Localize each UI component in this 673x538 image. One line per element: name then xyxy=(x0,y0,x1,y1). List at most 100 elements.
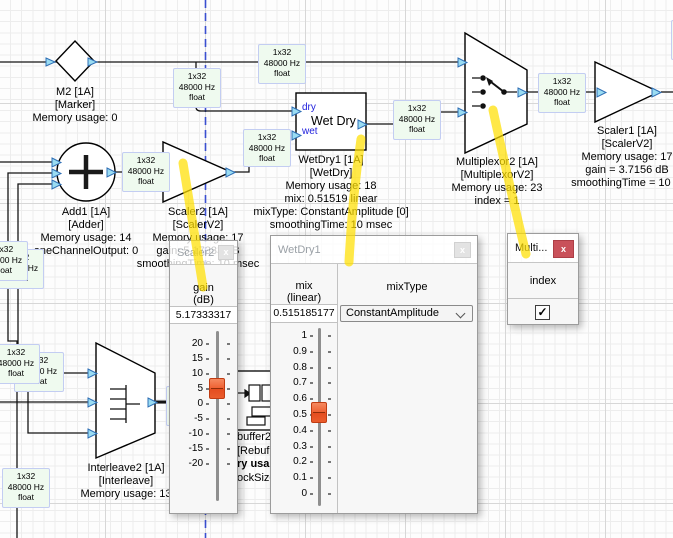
wetdry1-label-line: [WetDry] xyxy=(253,167,408,180)
tick-mark xyxy=(206,373,209,375)
tick-label: 10 xyxy=(170,368,203,380)
tick-mark xyxy=(310,461,313,463)
tick-mark xyxy=(227,418,230,420)
tick-mark xyxy=(328,461,331,463)
wetdry-block-name: Wet Dry xyxy=(311,114,356,128)
tick-mark xyxy=(206,448,209,450)
mix-slider-handle[interactable] xyxy=(311,402,327,423)
slider-tick: -15 xyxy=(170,443,237,455)
scaler2-panel[interactable]: Scaler2 x gain (dB) 5.17333317 20151050-… xyxy=(169,240,238,514)
add1-shape[interactable] xyxy=(57,143,115,201)
tick-label: -20 xyxy=(170,458,203,470)
row-divider xyxy=(508,298,578,299)
tick-label: 0.2 xyxy=(271,456,307,468)
tick-label: 0.7 xyxy=(271,377,307,389)
wire-type-label: 1x3248000 Hzfloat xyxy=(0,344,40,384)
tick-label: 0 xyxy=(170,398,203,410)
slider-tick: 0.6 xyxy=(271,393,337,405)
port-scaler2-out[interactable] xyxy=(226,168,235,177)
tick-mark xyxy=(310,351,313,353)
diagram-canvas[interactable]: M2 [1A] [Marker] Memory usage: 0 Add1 [1… xyxy=(0,0,673,538)
close-icon[interactable]: x xyxy=(454,242,471,258)
m2-label-line: M2 [1A] xyxy=(33,86,118,99)
wire-type-label: 1x3248000 Hzfloat xyxy=(393,100,441,140)
tick-mark xyxy=(328,382,331,384)
tick-mark xyxy=(227,343,230,345)
tick-label: 0.9 xyxy=(271,346,307,358)
multiplexor2-label-line: [MultiplexorV2] xyxy=(451,169,542,182)
scaler2-panel-titlebar[interactable]: Scaler2 x xyxy=(170,241,237,265)
tick-mark xyxy=(227,433,230,435)
tick-mark xyxy=(227,373,230,375)
scaler2-label-line: [ScalerV2] xyxy=(137,219,259,232)
multiplexor-panel-titlebar[interactable]: Multi... x xyxy=(508,234,578,263)
wetdry1-panel[interactable]: WetDry1 x mix (linear) 0.515185177 10.90… xyxy=(270,235,478,514)
close-icon[interactable]: x xyxy=(553,240,574,258)
tick-mark xyxy=(328,446,331,448)
mixtype-header: mixType xyxy=(337,281,477,293)
interleave2-label: Interleave2 [1A] [Interleave] Memory usa… xyxy=(80,462,171,501)
port-m2-in[interactable] xyxy=(46,58,55,66)
scaler2-panel-title: Scaler2 xyxy=(177,247,214,259)
chevron-down-icon xyxy=(456,309,466,319)
tick-label: -10 xyxy=(170,428,203,440)
m2-label-line: Memory usage: 0 xyxy=(33,112,118,125)
wire-type-label: 1x3248000 Hzfloat xyxy=(538,73,586,113)
tick-label: 0.4 xyxy=(271,425,307,437)
wetdry1-panel-titlebar[interactable]: WetDry1 x xyxy=(271,236,477,264)
m2-label: M2 [1A] [Marker] Memory usage: 0 xyxy=(33,86,118,125)
slider-tick: 0.8 xyxy=(271,362,337,374)
multiplexor2-label-line: Memory usage: 23 xyxy=(451,182,542,195)
multiplexor-panel-title: Multi... xyxy=(515,242,547,254)
add1-label-line: Memory usage: 14 xyxy=(34,232,139,245)
multiplexor-panel[interactable]: Multi... x index ✓ xyxy=(507,233,579,325)
wire-type-label: 1x3248000 Hzfloat xyxy=(173,68,221,108)
close-icon[interactable]: x xyxy=(218,245,234,260)
tick-mark xyxy=(227,358,230,360)
m2-label-line: [Marker] xyxy=(33,99,118,112)
mixtype-dropdown[interactable]: ConstantAmplitude xyxy=(340,305,473,322)
slider-tick: 10 xyxy=(170,368,237,380)
wire-type-label: 1x3248000 Hzfloat xyxy=(122,152,170,192)
gain-slider-handle[interactable] xyxy=(209,378,225,399)
scaler1-label: Scaler1 [1A] [ScalerV2] Memory usage: 17… xyxy=(571,125,673,190)
slider-tick: -5 xyxy=(170,413,237,425)
index-header: index xyxy=(508,275,578,287)
scaler1-label-line: Memory usage: 17 xyxy=(571,151,673,164)
tick-mark xyxy=(206,403,209,405)
wire-type-label: 1x3248000 Hzfloat xyxy=(2,468,50,508)
wetdry1-panel-title: WetDry1 xyxy=(278,244,321,256)
tick-mark xyxy=(328,335,331,337)
tick-mark xyxy=(227,388,230,390)
tick-mark xyxy=(310,446,313,448)
mixtype-column: mixType ConstantAmplitude xyxy=(337,264,477,513)
wetdry-dry-pin-label: dry xyxy=(302,102,316,113)
index-checkbox[interactable]: ✓ xyxy=(535,305,550,320)
tick-mark xyxy=(328,367,331,369)
tick-mark xyxy=(328,398,331,400)
tick-mark xyxy=(206,358,209,360)
scaler2-shape[interactable] xyxy=(163,142,231,202)
add1-label-line: oneChannelOutput: 0 xyxy=(34,245,139,258)
slider-tick: 0.3 xyxy=(271,441,337,453)
tick-mark xyxy=(206,343,209,345)
tick-label: 0.5 xyxy=(271,409,307,421)
slider-tick: 0.2 xyxy=(271,456,337,468)
scaler1-label-line: smoothingTime = 10 m xyxy=(571,177,673,190)
scaler1-label-line: gain = 3.7156 dB xyxy=(571,164,673,177)
wetdry1-label-line: Memory usage: 18 xyxy=(253,180,408,193)
tick-mark xyxy=(206,418,209,420)
slider-tick: 0.4 xyxy=(271,425,337,437)
interleave2-label-line: [Interleave] xyxy=(80,475,171,488)
tick-label: 0.3 xyxy=(271,441,307,453)
slider-tick: 1 xyxy=(271,330,337,342)
interleave2-shape[interactable] xyxy=(96,343,155,458)
port-scaler1-out[interactable] xyxy=(652,88,661,97)
slider-tick: -10 xyxy=(170,428,237,440)
slider-tick: 0.9 xyxy=(271,346,337,358)
tick-mark xyxy=(310,367,313,369)
tick-label: -15 xyxy=(170,443,203,455)
add1-label: Add1 [1A] [Adder] Memory usage: 14 oneCh… xyxy=(34,206,139,258)
tick-label: 0.6 xyxy=(271,393,307,405)
mixtype-selected-value: ConstantAmplitude xyxy=(346,307,439,319)
